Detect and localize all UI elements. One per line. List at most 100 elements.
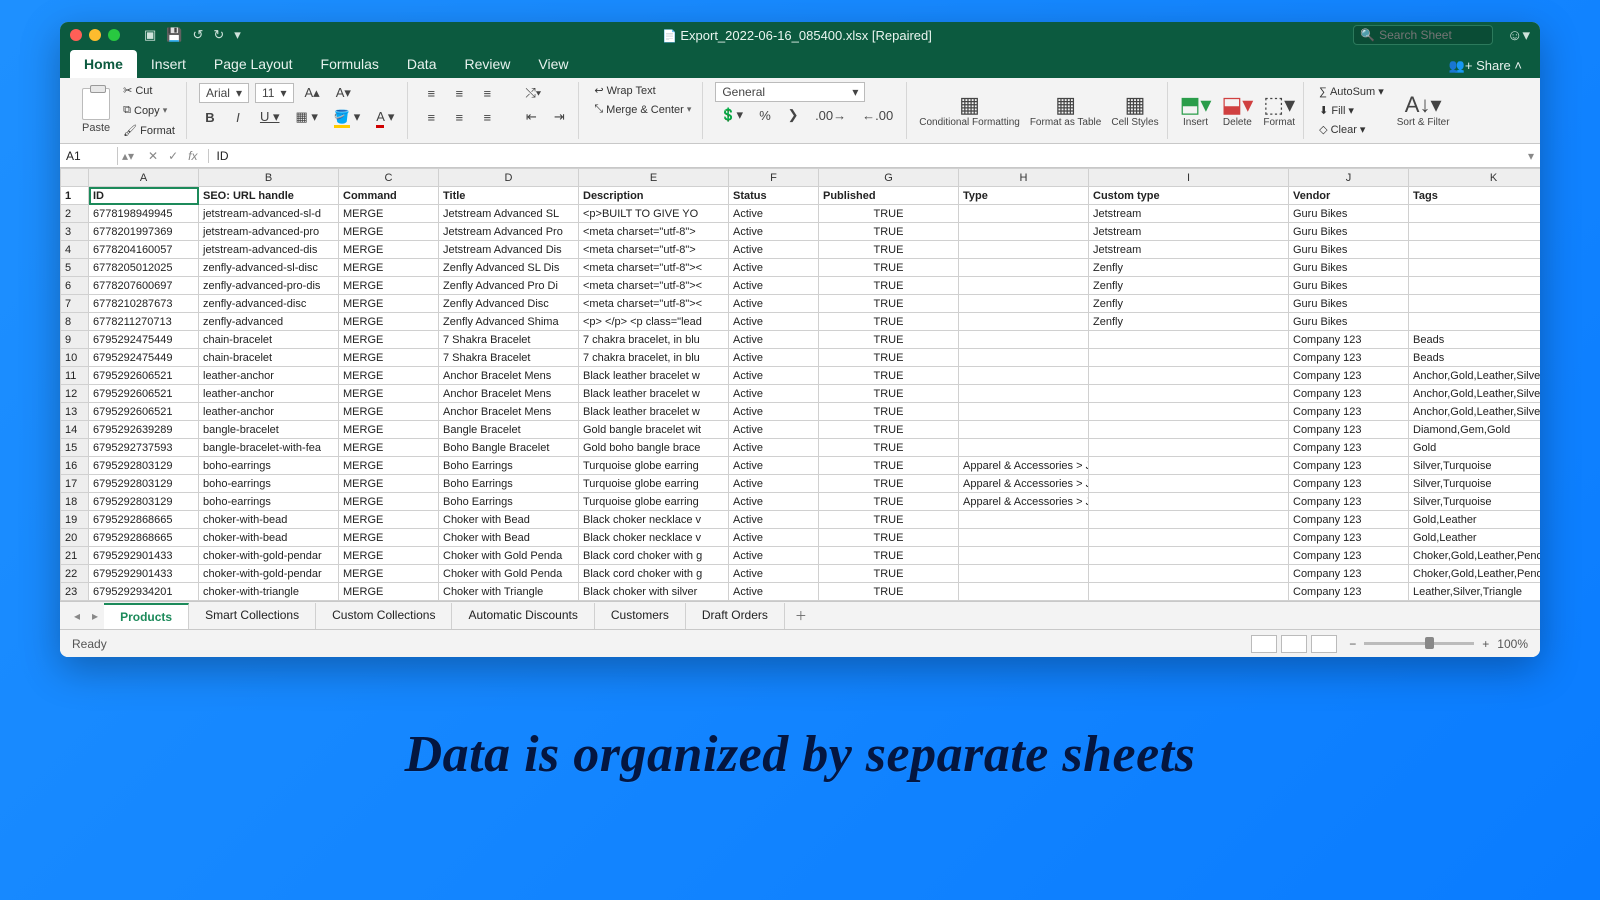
format-as-table-button[interactable]: ▦Format as Table bbox=[1030, 94, 1102, 128]
cell[interactable]: boho-earrings bbox=[199, 457, 339, 475]
row-header[interactable]: 5 bbox=[61, 259, 89, 277]
format-cells-button[interactable]: ⬚▾Format bbox=[1263, 94, 1295, 128]
cell[interactable]: TRUE bbox=[819, 223, 959, 241]
align-bottom-button[interactable]: ≡ bbox=[476, 83, 498, 104]
row-header[interactable]: 9 bbox=[61, 331, 89, 349]
cell[interactable]: TRUE bbox=[819, 439, 959, 457]
row-header[interactable]: 3 bbox=[61, 223, 89, 241]
cell[interactable]: Tags bbox=[1409, 187, 1541, 205]
column-header[interactable]: H bbox=[959, 169, 1089, 187]
cell[interactable]: MERGE bbox=[339, 331, 439, 349]
cell[interactable]: TRUE bbox=[819, 529, 959, 547]
cell[interactable] bbox=[959, 403, 1089, 421]
tab-review[interactable]: Review bbox=[450, 50, 524, 78]
feedback-icon[interactable]: ☺▾ bbox=[1507, 26, 1530, 44]
cell[interactable]: MERGE bbox=[339, 313, 439, 331]
cell[interactable]: <p> </p> <p class="lead bbox=[579, 313, 729, 331]
cell[interactable]: Gold bbox=[1409, 439, 1541, 457]
cell[interactable]: Company 123 bbox=[1289, 439, 1409, 457]
row-header[interactable]: 19 bbox=[61, 511, 89, 529]
row-header[interactable]: 20 bbox=[61, 529, 89, 547]
cell[interactable]: Choker with Gold Penda bbox=[439, 547, 579, 565]
cell[interactable]: MERGE bbox=[339, 439, 439, 457]
cell[interactable]: Anchor Bracelet Mens bbox=[439, 385, 579, 403]
cell[interactable] bbox=[959, 259, 1089, 277]
cell[interactable]: TRUE bbox=[819, 277, 959, 295]
cell[interactable] bbox=[959, 439, 1089, 457]
cell[interactable]: MERGE bbox=[339, 547, 439, 565]
cell[interactable] bbox=[1089, 547, 1289, 565]
font-size-select[interactable]: 11 ▾ bbox=[255, 83, 294, 103]
cell[interactable]: 7 chakra bracelet, in blu bbox=[579, 349, 729, 367]
cell[interactable]: Bangle Bracelet bbox=[439, 421, 579, 439]
cell[interactable] bbox=[959, 331, 1089, 349]
cell[interactable] bbox=[1089, 511, 1289, 529]
cell[interactable]: 6778198949945 bbox=[89, 205, 199, 223]
row-header[interactable]: 21 bbox=[61, 547, 89, 565]
align-top-button[interactable]: ≡ bbox=[420, 83, 442, 104]
cell[interactable]: Jetstream bbox=[1089, 241, 1289, 259]
cell[interactable]: Black leather bracelet w bbox=[579, 367, 729, 385]
cell[interactable]: Company 123 bbox=[1289, 385, 1409, 403]
cell[interactable] bbox=[1409, 241, 1541, 259]
cell[interactable]: MERGE bbox=[339, 529, 439, 547]
decrease-decimal-button[interactable]: ←.00 bbox=[857, 105, 898, 126]
cell[interactable]: TRUE bbox=[819, 403, 959, 421]
name-box[interactable]: A1 bbox=[60, 147, 118, 165]
cell[interactable]: 6778211270713 bbox=[89, 313, 199, 331]
merge-center-button[interactable]: ⤡ Merge & Center ▾ bbox=[591, 101, 694, 118]
cell[interactable]: Active bbox=[729, 313, 819, 331]
cell[interactable]: Company 123 bbox=[1289, 529, 1409, 547]
share-button[interactable]: 👥+ Share ˄ bbox=[1441, 54, 1530, 78]
cell[interactable] bbox=[1089, 529, 1289, 547]
cell[interactable]: Company 123 bbox=[1289, 565, 1409, 583]
accept-formula-icon[interactable]: ✓ bbox=[168, 149, 178, 163]
cell[interactable]: Black leather bracelet w bbox=[579, 403, 729, 421]
cell[interactable]: jetstream-advanced-sl-d bbox=[199, 205, 339, 223]
column-header[interactable]: E bbox=[579, 169, 729, 187]
cell[interactable]: MERGE bbox=[339, 223, 439, 241]
sheet-tab[interactable]: Smart Collections bbox=[189, 603, 316, 629]
cell[interactable]: Active bbox=[729, 529, 819, 547]
cell[interactable]: MERGE bbox=[339, 511, 439, 529]
cell[interactable]: SEO: URL handle bbox=[199, 187, 339, 205]
cell[interactable] bbox=[959, 205, 1089, 223]
cell[interactable]: 6795292639289 bbox=[89, 421, 199, 439]
cell[interactable]: 6795292475449 bbox=[89, 331, 199, 349]
cell[interactable] bbox=[1089, 385, 1289, 403]
cell[interactable]: chain-bracelet bbox=[199, 349, 339, 367]
cell[interactable]: MERGE bbox=[339, 205, 439, 223]
cell[interactable]: Anchor Bracelet Mens bbox=[439, 403, 579, 421]
cell[interactable]: <meta charset="utf-8">< bbox=[579, 277, 729, 295]
sheet-tab[interactable]: Custom Collections bbox=[316, 603, 452, 629]
cell[interactable]: Jetstream bbox=[1089, 205, 1289, 223]
cell[interactable]: TRUE bbox=[819, 295, 959, 313]
cell[interactable]: MERGE bbox=[339, 259, 439, 277]
cell[interactable]: Company 123 bbox=[1289, 403, 1409, 421]
cell[interactable]: 6795292868665 bbox=[89, 529, 199, 547]
cell[interactable]: choker-with-gold-pendar bbox=[199, 547, 339, 565]
cell[interactable] bbox=[1089, 583, 1289, 601]
cell[interactable]: Active bbox=[729, 565, 819, 583]
insert-cells-button[interactable]: ⬒▾Insert bbox=[1180, 94, 1212, 128]
cell[interactable] bbox=[959, 223, 1089, 241]
cell[interactable]: MERGE bbox=[339, 367, 439, 385]
qat-more-icon[interactable]: ▾ bbox=[234, 27, 241, 43]
cell[interactable]: zenfly-advanced-pro-dis bbox=[199, 277, 339, 295]
cell[interactable]: MERGE bbox=[339, 565, 439, 583]
cell[interactable]: MERGE bbox=[339, 475, 439, 493]
cell[interactable]: Black cord choker with g bbox=[579, 565, 729, 583]
cell[interactable]: MERGE bbox=[339, 349, 439, 367]
cell[interactable]: Zenfly bbox=[1089, 295, 1289, 313]
spreadsheet-grid[interactable]: ABCDEFGHIJKL 1IDSEO: URL handleCommandTi… bbox=[60, 168, 1540, 601]
column-header[interactable]: D bbox=[439, 169, 579, 187]
row-header[interactable]: 16 bbox=[61, 457, 89, 475]
row-header[interactable]: 6 bbox=[61, 277, 89, 295]
font-name-select[interactable]: Arial ▾ bbox=[199, 83, 249, 103]
zoom-in-icon[interactable]: + bbox=[1482, 637, 1489, 651]
cell[interactable]: TRUE bbox=[819, 385, 959, 403]
cell[interactable]: Company 123 bbox=[1289, 583, 1409, 601]
column-header[interactable]: C bbox=[339, 169, 439, 187]
column-header[interactable]: A bbox=[89, 169, 199, 187]
cell[interactable]: jetstream-advanced-dis bbox=[199, 241, 339, 259]
